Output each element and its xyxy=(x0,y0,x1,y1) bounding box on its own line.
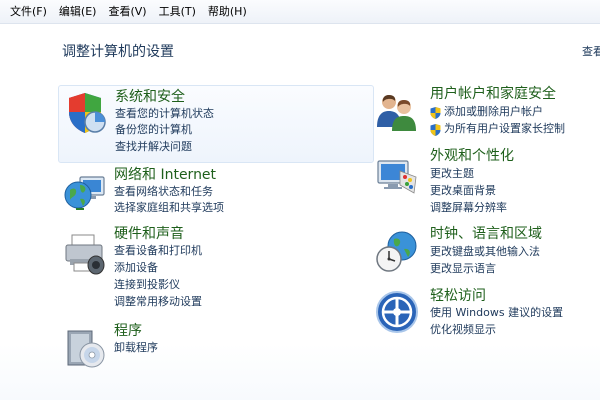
link-change-keyboards[interactable]: 更改键盘或其他输入法 xyxy=(430,245,540,259)
menu-help[interactable]: 帮助(H) xyxy=(202,0,253,24)
category-title[interactable]: 系统和安全 xyxy=(115,89,185,106)
link-connect-projector[interactable]: 连接到投影仪 xyxy=(114,278,180,292)
monitor-palette-icon xyxy=(374,153,420,199)
link-troubleshoot[interactable]: 查找并解决问题 xyxy=(115,140,192,154)
shield-icon xyxy=(63,90,109,136)
category-network-internet[interactable]: 网络和 Internet 查看网络状态和任务 选择家庭组和共享选项 xyxy=(58,165,374,217)
users-icon xyxy=(374,89,420,135)
view-by-label[interactable]: 查看 xyxy=(582,43,600,59)
category-title[interactable]: 外观和个性化 xyxy=(430,148,514,165)
globe-network-icon xyxy=(62,169,108,215)
menu-view[interactable]: 查看(V) xyxy=(102,0,152,24)
category-user-accounts[interactable]: 用户帐户和家庭安全 添加或删除用户帐户 为所有用户设置家长控制 xyxy=(372,85,592,145)
link-recommended-settings[interactable]: 使用 Windows 建议的设置 xyxy=(430,306,563,320)
menu-bar: 文件(F) 编辑(E) 查看(V) 工具(T) 帮助(H) xyxy=(0,0,600,24)
link-display-language[interactable]: 更改显示语言 xyxy=(430,262,496,276)
category-title[interactable]: 程序 xyxy=(114,323,142,340)
link-add-device[interactable]: 添加设备 xyxy=(114,261,158,275)
menu-edit[interactable]: 编辑(E) xyxy=(53,0,103,24)
control-panel-content: 调整计算机的设置 查看 系统和安全 查看您的计算机状态 备份您的计算机 查找并解… xyxy=(0,25,600,400)
uac-shield-icon xyxy=(430,124,441,136)
uac-shield-icon xyxy=(430,107,441,119)
link-uninstall-program[interactable]: 卸载程序 xyxy=(114,341,158,355)
ease-of-access-icon xyxy=(374,289,420,335)
disc-box-icon xyxy=(62,325,108,371)
link-mobility-settings[interactable]: 调整常用移动设置 xyxy=(114,295,202,309)
page-title: 调整计算机的设置 xyxy=(62,44,174,60)
category-title[interactable]: 用户帐户和家庭安全 xyxy=(430,86,556,103)
link-parental-controls[interactable]: 为所有用户设置家长控制 xyxy=(444,122,565,136)
menu-tools[interactable]: 工具(T) xyxy=(153,0,202,24)
category-ease-of-access[interactable]: 轻松访问 使用 Windows 建议的设置 优化视频显示 xyxy=(372,287,592,347)
link-change-background[interactable]: 更改桌面背景 xyxy=(430,184,496,198)
link-view-computer-status[interactable]: 查看您的计算机状态 xyxy=(115,107,214,121)
link-network-status[interactable]: 查看网络状态和任务 xyxy=(114,185,213,199)
link-screen-resolution[interactable]: 调整屏幕分辨率 xyxy=(430,201,507,215)
link-change-theme[interactable]: 更改主题 xyxy=(430,167,474,181)
link-backup-computer[interactable]: 备份您的计算机 xyxy=(115,123,192,137)
link-optimize-video[interactable]: 优化视频显示 xyxy=(430,323,496,337)
link-devices-printers[interactable]: 查看设备和打印机 xyxy=(114,244,202,258)
clock-globe-icon xyxy=(374,229,420,275)
category-title[interactable]: 硬件和声音 xyxy=(114,226,184,243)
printer-icon xyxy=(62,231,108,277)
category-appearance[interactable]: 外观和个性化 更改主题 更改桌面背景 调整屏幕分辨率 xyxy=(372,147,592,221)
link-add-remove-accounts[interactable]: 添加或删除用户帐户 xyxy=(444,105,543,119)
category-title[interactable]: 时钟、语言和区域 xyxy=(430,226,542,243)
category-title[interactable]: 网络和 Internet xyxy=(114,167,216,184)
menu-file[interactable]: 文件(F) xyxy=(4,0,53,24)
category-system-security[interactable]: 系统和安全 查看您的计算机状态 备份您的计算机 查找并解决问题 xyxy=(58,85,374,163)
link-homegroup-sharing[interactable]: 选择家庭组和共享选项 xyxy=(114,201,224,215)
category-programs[interactable]: 程序 卸载程序 xyxy=(58,321,374,375)
category-clock-language[interactable]: 时钟、语言和区域 更改键盘或其他输入法 更改显示语言 xyxy=(372,225,592,283)
category-title[interactable]: 轻松访问 xyxy=(430,288,486,305)
category-hardware-sound[interactable]: 硬件和声音 查看设备和打印机 添加设备 连接到投影仪 调整常用移动设置 xyxy=(58,225,374,315)
